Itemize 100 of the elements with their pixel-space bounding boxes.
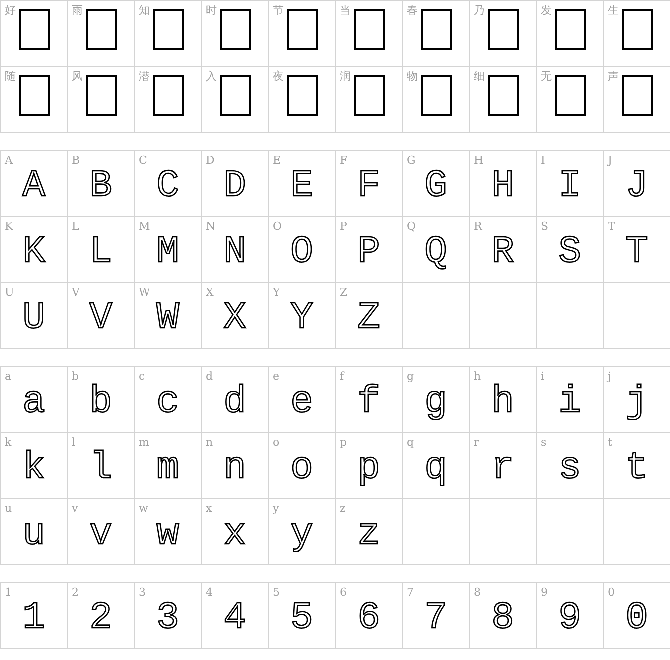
character-label: 无 [541,70,552,83]
character-label: 夜 [273,70,284,83]
glyph-preview: 4 [224,598,246,638]
character-label: L [72,220,80,233]
character-label: a [5,370,12,383]
character-label: 4 [206,586,213,599]
character-label: G [407,154,416,167]
glyph-preview: F [358,166,380,206]
glyph-preview: 1 [22,598,46,638]
glyph-preview: y [290,514,314,554]
character-label: V [72,286,80,299]
character-label: j [608,370,612,383]
glyph-preview: u [22,514,46,554]
glyph-preview: C [156,166,180,206]
character-label: 生 [608,4,619,17]
character-label: W [139,286,150,299]
glyph-preview: 6 [358,598,380,638]
character-label: R [474,220,482,233]
glyph-preview: 5 [290,598,314,638]
character-label: D [206,154,215,167]
glyph-preview: X [224,298,246,338]
missing-glyph-icon [488,9,518,50]
missing-glyph-icon [554,75,586,116]
glyph-preview: K [22,232,46,272]
glyph-preview: B [90,166,112,206]
glyph-preview: V [90,298,112,338]
character-label: 知 [139,4,150,17]
character-label: Q [407,220,416,233]
missing-glyph-icon [86,9,116,50]
glyph-preview: k [22,448,46,488]
character-label: 声 [608,70,619,83]
character-label: 雨 [72,4,83,17]
glyph-preview: r [492,448,514,488]
missing-glyph-icon [420,9,452,50]
character-label: P [340,220,348,233]
character-label: U [5,286,14,299]
character-label: 好 [5,4,16,17]
glyph-preview: 3 [156,598,180,638]
missing-glyph-icon [354,9,384,50]
glyph-preview: e [290,382,314,422]
glyph-preview: L [90,232,112,272]
glyph-preview: h [492,382,514,422]
character-label: g [407,370,414,383]
character-label: 入 [206,70,217,83]
glyph-preview: O [290,232,314,272]
missing-glyph-icon [152,9,184,50]
character-label: 物 [407,70,418,83]
glyph-preview: 2 [90,598,112,638]
glyph-preview: P [358,232,380,272]
glyph-preview: I [558,166,582,206]
character-label: 8 [474,586,481,599]
character-label: 春 [407,4,418,17]
glyph-preview: U [22,298,46,338]
glyph-preview: c [156,382,180,422]
character-label: 6 [340,586,347,599]
glyph-preview: v [90,514,112,554]
glyph-preview: Y [290,298,314,338]
glyph-preview: 7 [424,598,448,638]
character-label: Z [340,286,348,299]
glyph-preview: t [626,448,648,488]
glyph-preview: 9 [558,598,582,638]
character-label: y [273,502,280,515]
character-label: w [139,502,148,515]
character-label: k [5,436,12,449]
glyph-preview: R [492,232,514,272]
character-label: 7 [407,586,414,599]
character-label: 当 [340,4,351,17]
character-label: t [608,436,612,449]
glyph-preview: p [358,448,380,488]
character-label: c [139,370,146,383]
character-label: S [541,220,549,233]
missing-glyph-icon [86,75,116,116]
glyph-preview: w [156,514,180,554]
character-label: N [206,220,216,233]
glyph-preview: b [90,382,112,422]
glyph-preview: j [626,382,648,422]
character-label: b [72,370,80,383]
glyph-preview: J [626,166,648,206]
character-label: o [273,436,280,449]
glyph-preview: N [224,232,246,272]
missing-glyph-icon [220,9,250,50]
missing-glyph-icon [554,9,586,50]
glyph-preview: o [290,448,314,488]
character-label: e [273,370,280,383]
character-label: n [206,436,214,449]
character-label: s [541,436,547,449]
character-label: p [340,436,348,449]
character-label: v [72,502,78,515]
character-label: X [206,286,214,299]
character-label: 乃 [474,4,485,17]
character-label: E [273,154,282,167]
character-label: O [273,220,282,233]
character-label: 节 [273,4,284,17]
character-label: i [541,370,545,383]
character-label: 5 [273,586,280,599]
missing-glyph-icon [152,75,184,116]
missing-glyph-icon [18,9,50,50]
glyph-preview: n [224,448,246,488]
character-label: T [608,220,616,233]
character-label: h [474,370,482,383]
